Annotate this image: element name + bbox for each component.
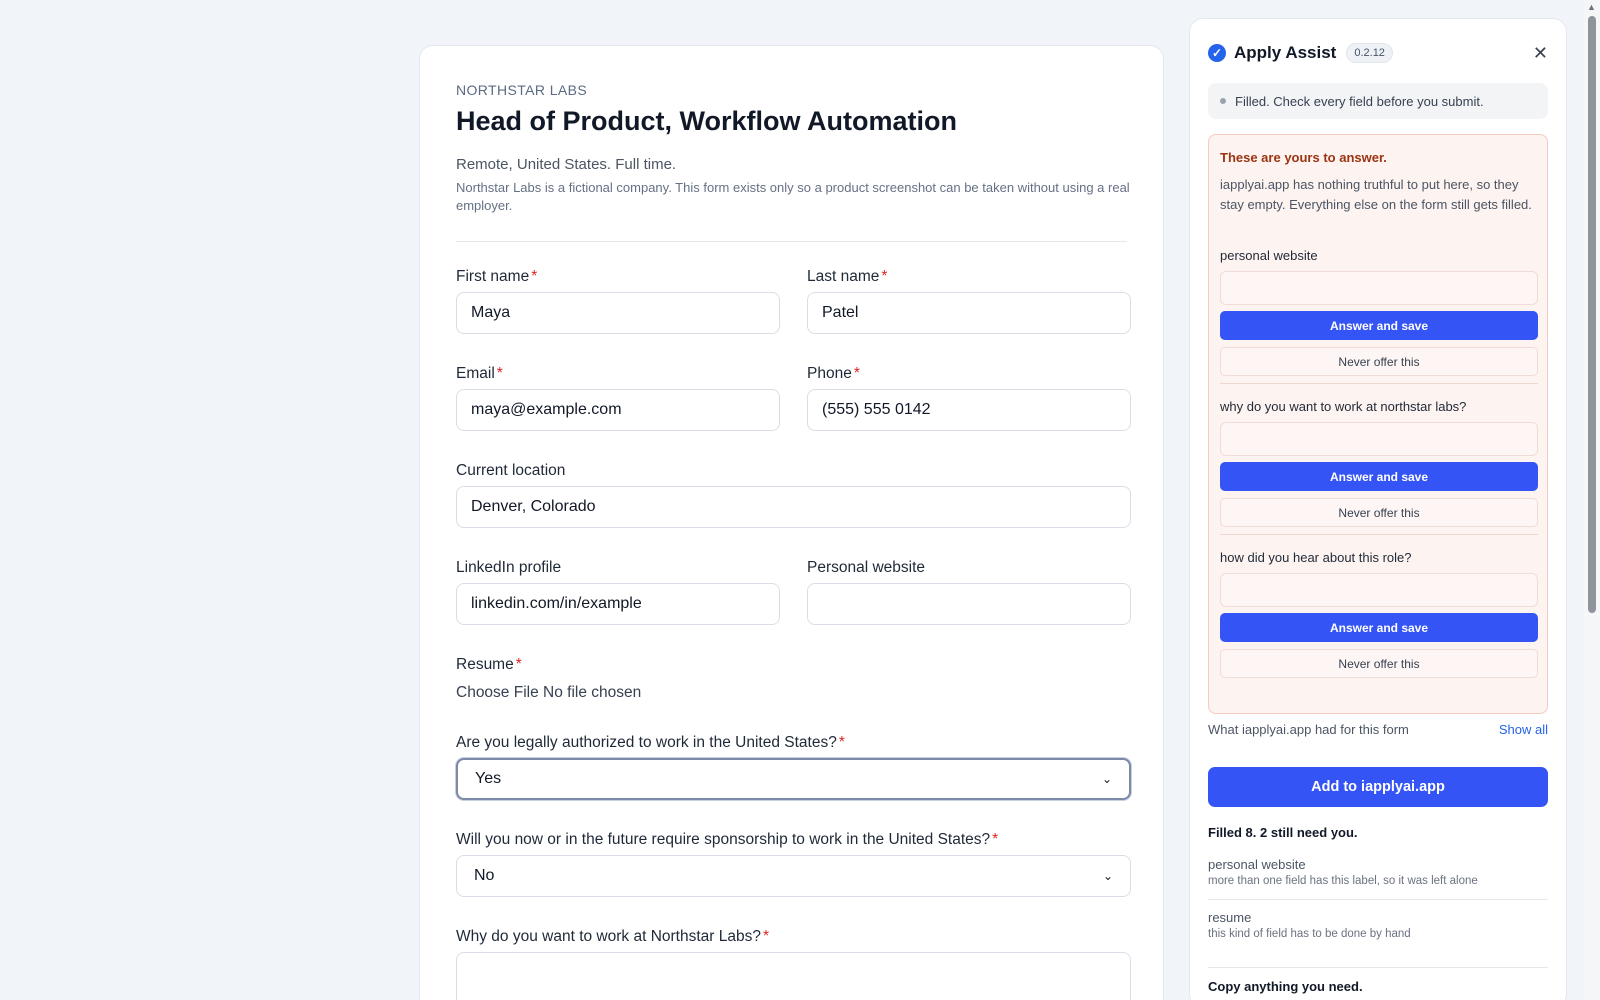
- status-text: Filled. Check every field before you sub…: [1235, 93, 1484, 109]
- close-icon[interactable]: ✕: [1533, 43, 1548, 64]
- company-name: NORTHSTAR LABS: [456, 82, 588, 98]
- skipped-field-reason: this kind of field has to be done by han…: [1208, 928, 1411, 940]
- question-label: why do you want to work at northstar lab…: [1220, 399, 1467, 414]
- version-badge: 0.2.12: [1346, 43, 1393, 63]
- application-form-card: NORTHSTAR LABS Head of Product, Workflow…: [419, 45, 1164, 1000]
- never-offer-button[interactable]: Never offer this: [1220, 498, 1538, 527]
- sponsorship-label: Will you now or in the future require sp…: [456, 831, 999, 848]
- warning-body: iapplyai.app has nothing truthful to put…: [1220, 177, 1532, 212]
- authorization-group: Are you legally authorized to work in th…: [456, 734, 1131, 804]
- phone-label: Phone *: [807, 365, 860, 382]
- show-all-link[interactable]: Show all: [1499, 722, 1548, 737]
- first-name-input[interactable]: [456, 292, 780, 334]
- question-label: how did you hear about this role?: [1220, 550, 1412, 565]
- job-meta: Remote, United States. Full time.: [456, 156, 677, 173]
- email-group: Email *: [456, 365, 780, 435]
- check-circle-icon: ✓: [1208, 44, 1226, 62]
- chevron-down-icon: ⌄: [1102, 869, 1113, 883]
- profile-data-row: What iapplyai.app had for this form Show…: [1208, 722, 1548, 737]
- skipped-field-item: resume this kind of field has to be done…: [1208, 910, 1548, 940]
- sponsorship-select[interactable]: No ⌄: [456, 855, 1131, 897]
- first-name-group: First name *: [456, 268, 780, 338]
- location-input[interactable]: [456, 486, 1131, 528]
- location-label: Current location: [456, 462, 566, 479]
- panel-title: Apply Assist: [1234, 43, 1337, 62]
- question-item: how did you hear about this role? Answer…: [1220, 550, 1538, 680]
- filled-summary: Filled 8. 2 still need you.: [1208, 825, 1358, 840]
- question-answer-input[interactable]: [1220, 271, 1538, 305]
- job-title: Head of Product, Workflow Automation: [456, 106, 957, 136]
- panel-header: ✓ Apply Assist 0.2.12 ✕: [1208, 41, 1548, 65]
- skipped-field-reason: more than one field has this label, so i…: [1208, 875, 1478, 887]
- add-to-iapplyai-button[interactable]: Add to iapplyai.app: [1208, 767, 1548, 807]
- skipped-field-name: resume: [1208, 910, 1252, 925]
- website-label: Personal website: [807, 559, 926, 576]
- email-label: Email *: [456, 365, 503, 382]
- why-group: Why do you want to work at Northstar Lab…: [456, 928, 1131, 1000]
- question-answer-input[interactable]: [1220, 422, 1538, 456]
- sponsorship-value: No: [474, 867, 495, 884]
- warning-title: These are yours to answer.: [1220, 150, 1387, 165]
- authorization-label: Are you legally authorized to work in th…: [456, 734, 845, 751]
- chevron-down-icon: ⌄: [1101, 772, 1112, 786]
- phone-group: Phone *: [807, 365, 1131, 435]
- resume-file-picker[interactable]: Choose File No file chosen: [456, 684, 641, 702]
- question-answer-input[interactable]: [1220, 573, 1538, 607]
- sponsorship-group: Will you now or in the future require sp…: [456, 831, 1131, 901]
- scrollbar-thumb[interactable]: [1588, 16, 1596, 613]
- question-item: personal website Answer and save Never o…: [1220, 248, 1538, 384]
- answer-and-save-button[interactable]: Answer and save: [1220, 613, 1538, 642]
- profile-data-label: What iapplyai.app had for this form: [1208, 722, 1409, 737]
- skipped-divider: [1208, 899, 1548, 900]
- question-divider: [1220, 383, 1538, 384]
- job-description: Northstar Labs is a fictional company. T…: [456, 180, 1130, 213]
- status-dot-icon: [1220, 98, 1226, 104]
- linkedin-input[interactable]: [456, 583, 780, 625]
- location-group: Current location: [456, 462, 1131, 532]
- why-textarea[interactable]: [456, 952, 1131, 1000]
- skipped-divider: [1208, 967, 1548, 968]
- skipped-field-name: personal website: [1208, 857, 1306, 872]
- why-label: Why do you want to work at Northstar Lab…: [456, 928, 770, 945]
- contact-row: Email* Phone*: [456, 365, 1131, 435]
- copy-section-title: Copy anything you need.: [1208, 979, 1363, 994]
- answer-and-save-button[interactable]: Answer and save: [1220, 462, 1538, 491]
- resume-group: Resume * Choose File No file chosen: [456, 656, 1131, 706]
- skipped-field-item: personal website more than one field has…: [1208, 857, 1548, 887]
- resume-label: Resume *: [456, 656, 522, 673]
- never-offer-button[interactable]: Never offer this: [1220, 347, 1538, 376]
- never-offer-button[interactable]: Never offer this: [1220, 649, 1538, 678]
- first-name-label: First name *: [456, 268, 538, 285]
- name-row: First name* Last name*: [456, 268, 1131, 338]
- scroll-up-arrow-icon[interactable]: ▲: [1587, 2, 1596, 12]
- answer-and-save-button[interactable]: Answer and save: [1220, 311, 1538, 340]
- question-label: personal website: [1220, 248, 1318, 263]
- unanswered-questions-box: These are yours to answer. iapplyai.app …: [1208, 134, 1548, 714]
- question-divider: [1220, 534, 1538, 535]
- linkedin-label: LinkedIn profile: [456, 559, 562, 576]
- links-row: LinkedIn profile Personal website: [456, 559, 1131, 629]
- header-divider: [456, 241, 1127, 242]
- last-name-input[interactable]: [807, 292, 1131, 334]
- website-group: Personal website: [807, 559, 1131, 629]
- last-name-group: Last name *: [807, 268, 1131, 338]
- status-banner: Filled. Check every field before you sub…: [1208, 83, 1548, 119]
- email-input[interactable]: [456, 389, 780, 431]
- last-name-label: Last name *: [807, 268, 888, 285]
- authorization-select[interactable]: Yes ⌄: [456, 758, 1131, 800]
- website-input[interactable]: [807, 583, 1131, 625]
- linkedin-group: LinkedIn profile: [456, 559, 780, 629]
- authorization-value: Yes: [475, 770, 502, 787]
- page-scrollbar[interactable]: ▲: [1584, 0, 1600, 1000]
- phone-input[interactable]: [807, 389, 1131, 431]
- apply-assist-panel: ✓ Apply Assist 0.2.12 ✕ Filled. Check ev…: [1189, 18, 1567, 1000]
- question-item: why do you want to work at northstar lab…: [1220, 399, 1538, 535]
